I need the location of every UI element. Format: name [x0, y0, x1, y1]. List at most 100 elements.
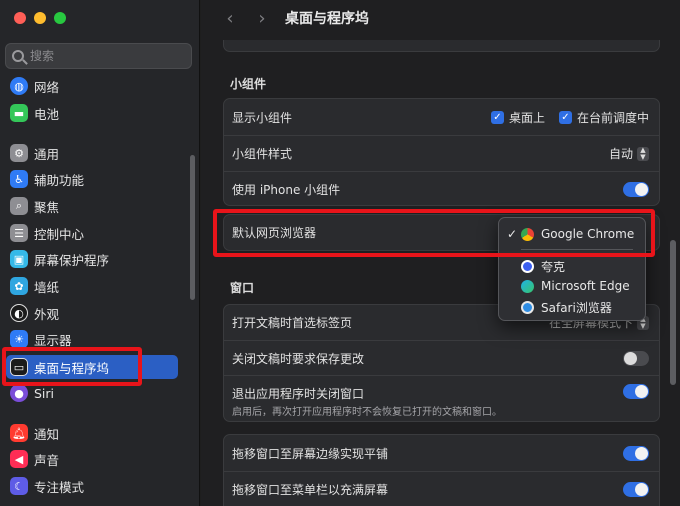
- close-windows-description: 启用后，再次打开应用程序时不会恢复已打开的文稿和窗口。: [232, 407, 502, 418]
- sidebar-item-notifications[interactable]: 🔔︎ 通知: [6, 421, 178, 445]
- moon-icon: ☾: [10, 477, 28, 495]
- sidebar-item-displays[interactable]: ☀ 显示器: [6, 327, 178, 351]
- widget-style-row: 小组件样式 自动 ▲ ▼: [224, 135, 659, 171]
- safari-icon: [521, 300, 534, 314]
- siri-icon: ●: [10, 384, 28, 402]
- drag-edge-toggle[interactable]: [623, 445, 649, 461]
- sidebar-item-label: 桌面与程序坞: [34, 360, 110, 376]
- widget-style-select[interactable]: 自动 ▲ ▼: [609, 136, 649, 171]
- browser-option-label: 夸克: [541, 259, 566, 274]
- sidebar-item-general[interactable]: ⚙ 通用: [6, 141, 178, 165]
- bell-icon: 🔔︎: [10, 424, 28, 442]
- ask-save-row: 关闭文稿时要求保存更改: [224, 340, 659, 375]
- default-browser-label: 默认网页浏览器: [232, 226, 317, 240]
- drag-menubar-toggle[interactable]: [623, 482, 649, 497]
- page-title: 桌面与程序坞: [285, 11, 369, 27]
- widgets-group: 显示小组件 ✓ 桌面上 ✓ 在台前调度中 小组件样式 自动 ▲ ▼ 使用 iPhone …: [223, 98, 660, 206]
- speaker-icon: ◀: [10, 450, 28, 468]
- sidebar-item-control-center[interactable]: ☰ 控制中心: [6, 221, 178, 245]
- search-box[interactable]: [5, 43, 192, 69]
- display-icon: ☀: [10, 330, 28, 348]
- menu-separator: [521, 249, 633, 250]
- titlebar: ‹ › 桌面与程序坞: [201, 0, 680, 36]
- desktop-checkbox[interactable]: ✓ 桌面上: [490, 109, 545, 126]
- search-icon: [12, 50, 24, 62]
- close-windows-row: 退出应用程序时关闭窗口 启用后，再次打开应用程序时不会恢复已打开的文稿和窗口。: [224, 375, 659, 422]
- sidebar-item-network[interactable]: ◍ 网络: [6, 74, 178, 98]
- main-scrollbar[interactable]: [670, 240, 676, 385]
- selected-check-icon: ✓: [507, 227, 518, 241]
- browser-option-chrome[interactable]: ✓ Google Chrome: [499, 224, 645, 244]
- accessibility-icon: ♿: [10, 170, 28, 188]
- desktop-checkbox-label: 桌面上: [508, 110, 545, 125]
- browser-option-label: Microsoft Edge: [541, 279, 630, 293]
- sidebar-item-label: 显示器: [34, 332, 72, 348]
- sidebar-item-label: 聚焦: [34, 199, 60, 215]
- browser-option-label: Google Chrome: [541, 227, 635, 241]
- quark-icon: [521, 259, 534, 273]
- close-window-button[interactable]: [14, 12, 26, 24]
- iphone-widgets-toggle[interactable]: [623, 181, 649, 197]
- screensaver-icon: ▣: [10, 250, 28, 268]
- sidebar-item-label: 墙纸: [34, 279, 60, 295]
- widgets-section-title: 小组件: [230, 77, 267, 91]
- stage-manager-checkbox-label: 在台前调度中: [576, 110, 649, 125]
- sidebar-item-screensaver[interactable]: ▣ 屏幕保护程序: [6, 247, 178, 271]
- previous-settings-group: [223, 40, 660, 52]
- browser-option-safari[interactable]: Safari浏览器: [499, 297, 645, 317]
- browser-option-quark[interactable]: 夸克: [499, 256, 645, 276]
- window-controls: [14, 12, 66, 24]
- control-center-icon: ☰: [10, 224, 28, 242]
- close-windows-toggle[interactable]: [623, 383, 649, 399]
- edge-icon: [521, 279, 534, 293]
- window-group: 打开文稿时首选标签页 在全屏幕模式下▲▼ 关闭文稿时要求保存更改 退出应用程序时…: [223, 304, 660, 422]
- sidebar-item-label: 通知: [34, 426, 60, 442]
- browser-option-label: Safari浏览器: [541, 300, 612, 315]
- sidebar-item-siri[interactable]: ● Siri: [6, 381, 178, 405]
- sidebar-item-label: 通用: [34, 146, 60, 162]
- sidebar-scrollbar[interactable]: [190, 155, 195, 300]
- sidebar-item-label: 辅助功能: [34, 172, 85, 188]
- show-widgets-options: ✓ 桌面上 ✓ 在台前调度中: [477, 99, 649, 135]
- window-section-title: 窗口: [230, 281, 255, 295]
- sidebar-item-label: Siri: [34, 385, 55, 401]
- browser-option-edge[interactable]: Microsoft Edge: [499, 276, 645, 296]
- sidebar-item-label: 控制中心: [34, 226, 85, 242]
- sidebar: ◍ 网络 ▬ 电池 ⚙ 通用 ♿ 辅助功能 ⌕ 聚焦 ☰ 控制中心: [0, 0, 200, 506]
- checkmark-icon: ✓: [558, 110, 572, 124]
- sidebar-item-label: 电池: [34, 106, 60, 122]
- battery-icon: ▬: [10, 104, 28, 122]
- ask-save-label: 关闭文稿时要求保存更改: [232, 351, 365, 366]
- tiling-group: 拖移窗口至屏幕边缘实现平铺 拖移窗口至菜单栏以充满屏幕: [223, 434, 660, 506]
- search-input[interactable]: [30, 49, 180, 63]
- sidebar-item-label: 外观: [34, 306, 60, 322]
- sidebar-item-focus[interactable]: ☾ 专注模式: [6, 474, 178, 498]
- back-chevron-icon[interactable]: ‹: [219, 8, 241, 29]
- wallpaper-icon: ✿: [10, 277, 28, 295]
- show-widgets-row: 显示小组件 ✓ 桌面上 ✓ 在台前调度中: [224, 99, 659, 135]
- sidebar-item-accessibility[interactable]: ♿ 辅助功能: [6, 167, 178, 191]
- show-widgets-label: 显示小组件: [232, 110, 293, 125]
- zoom-window-button[interactable]: [54, 12, 66, 24]
- widget-style-value: 自动: [608, 147, 633, 161]
- drag-edge-row: 拖移窗口至屏幕边缘实现平铺: [224, 435, 659, 471]
- drag-menubar-label: 拖移窗口至菜单栏以充满屏幕: [232, 483, 389, 497]
- gear-icon: ⚙: [10, 144, 28, 162]
- updown-arrows-icon: ▲▼: [637, 146, 649, 161]
- minimize-window-button[interactable]: [34, 12, 46, 24]
- ask-save-toggle[interactable]: [623, 350, 649, 366]
- sidebar-item-spotlight[interactable]: ⌕ 聚焦: [6, 194, 178, 218]
- sidebar-item-wallpaper[interactable]: ✿ 墙纸: [6, 274, 178, 298]
- sidebar-item-sound[interactable]: ◀ 声音: [6, 447, 178, 471]
- sidebar-item-desktop-dock[interactable]: ▭ 桌面与程序坞: [6, 355, 178, 379]
- drag-edge-label: 拖移窗口至屏幕边缘实现平铺: [232, 446, 389, 461]
- sidebar-item-label: 网络: [34, 79, 60, 95]
- sidebar-item-battery[interactable]: ▬ 电池: [6, 101, 178, 125]
- widget-style-label: 小组件样式: [232, 147, 293, 161]
- forward-chevron-icon[interactable]: ›: [251, 8, 273, 29]
- sidebar-item-appearance[interactable]: ◐ 外观: [6, 301, 178, 325]
- open-tabs-label: 打开文稿时首选标签页: [232, 316, 353, 330]
- iphone-widgets-row: 使用 iPhone 小组件: [224, 171, 659, 206]
- stage-manager-checkbox[interactable]: ✓ 在台前调度中: [558, 109, 649, 126]
- iphone-widgets-label: 使用 iPhone 小组件: [232, 182, 341, 197]
